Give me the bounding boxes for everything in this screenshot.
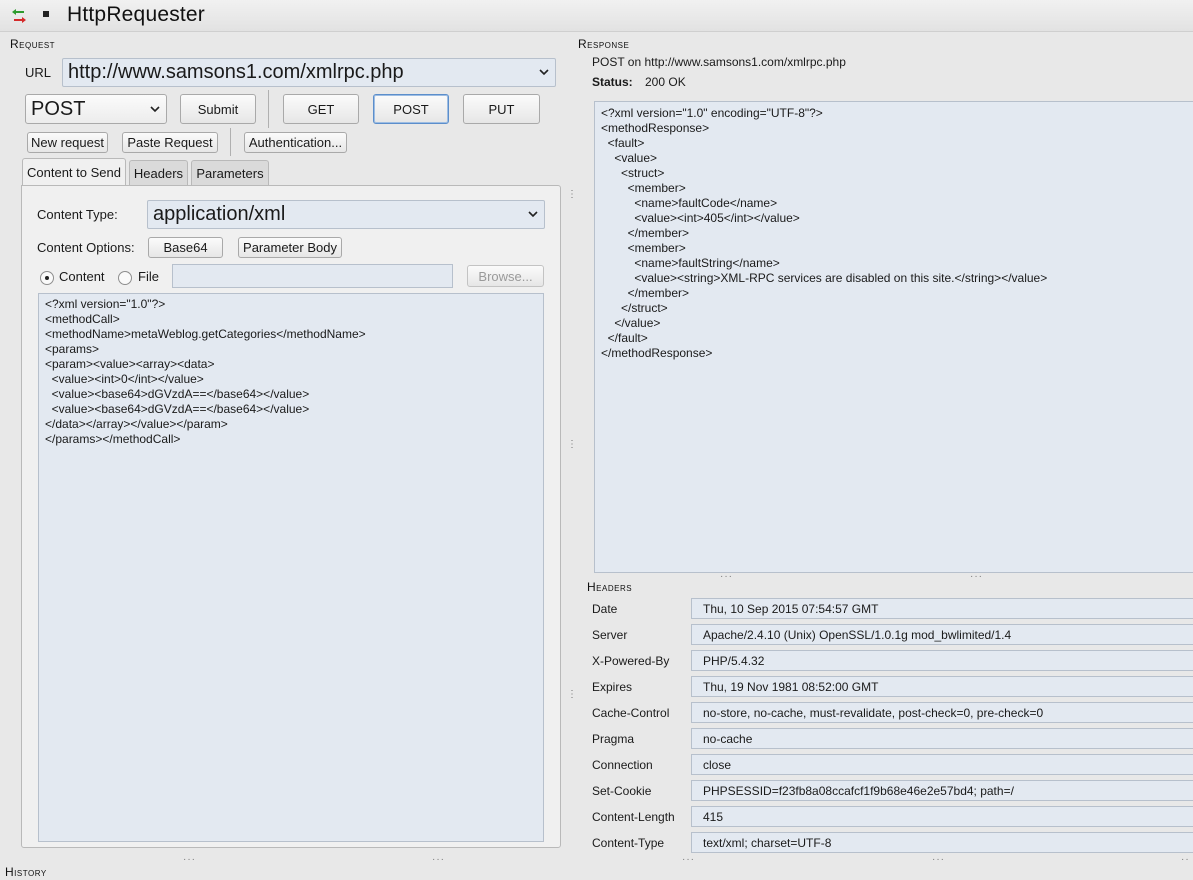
header-name: Expires: [592, 680, 633, 694]
content-options-label: Content Options:: [37, 240, 135, 255]
request-body-editor[interactable]: <?xml version="1.0"?> <methodCall> <meth…: [38, 293, 544, 842]
method-select[interactable]: POST: [25, 94, 167, 124]
header-name: Set-Cookie: [592, 784, 652, 798]
window-menu-icon[interactable]: [43, 11, 49, 17]
splitter-grip[interactable]: ···: [432, 854, 445, 865]
tab-content-to-send[interactable]: Content to Send: [22, 158, 126, 185]
file-path-input[interactable]: [172, 264, 453, 288]
splitter-grip[interactable]: ···: [720, 571, 733, 582]
history-section-title: History: [5, 865, 47, 879]
splitter-grip[interactable]: ··: [1181, 854, 1190, 865]
splitter-grip[interactable]: ···: [682, 854, 695, 865]
response-body-viewer[interactable]: <?xml version="1.0" encoding="UTF-8"?> <…: [594, 101, 1193, 573]
chevron-down-icon[interactable]: [522, 201, 544, 228]
get-button[interactable]: GET: [283, 94, 359, 124]
post-button[interactable]: POST: [373, 94, 449, 124]
app-arrows-icon: [12, 9, 26, 23]
header-name: Cache-Control: [592, 706, 670, 720]
header-name: X-Powered-By: [592, 654, 670, 668]
header-name: Pragma: [592, 732, 635, 746]
header-name: Connection: [592, 758, 653, 772]
method-value: POST: [31, 97, 86, 120]
splitter-grip[interactable]: ⋮: [567, 190, 577, 200]
authentication-button[interactable]: Authentication...: [244, 132, 347, 153]
browse-button[interactable]: Browse...: [467, 265, 544, 287]
splitter-grip[interactable]: ⋮: [567, 440, 577, 450]
header-name: Date: [592, 602, 618, 616]
response-summary: POST on http://www.samsons1.com/xmlrpc.p…: [592, 55, 846, 69]
response-section-title: Response: [578, 37, 630, 51]
header-value-field[interactable]: 415: [691, 806, 1193, 827]
chevron-down-icon[interactable]: [144, 95, 166, 123]
chevron-down-icon[interactable]: [533, 59, 555, 86]
parameter-body-button[interactable]: Parameter Body: [238, 237, 342, 258]
header-value-field[interactable]: close: [691, 754, 1193, 775]
splitter-grip[interactable]: ···: [183, 854, 196, 865]
paste-request-button[interactable]: Paste Request: [122, 132, 218, 153]
content-radio-label: Content: [59, 269, 105, 284]
content-type-combobox[interactable]: application/xml: [147, 200, 545, 229]
splitter-grip[interactable]: ···: [932, 854, 945, 865]
header-name: Server: [592, 628, 628, 642]
header-value-field[interactable]: Thu, 19 Nov 1981 08:52:00 GMT: [691, 676, 1193, 697]
content-radio[interactable]: [40, 271, 54, 285]
header-value-field[interactable]: PHPSESSID=f23fb8a08ccafcf1f9b68e46e2e57b…: [691, 780, 1193, 801]
url-value[interactable]: http://www.samsons1.com/xmlrpc.php: [63, 61, 533, 84]
submit-button[interactable]: Submit: [180, 94, 256, 124]
headers-section-title: Headers: [587, 580, 633, 594]
status-label: Status:: [592, 75, 633, 89]
tab-parameters[interactable]: Parameters: [191, 160, 269, 185]
toolbar-separator: [268, 90, 269, 128]
splitter-grip[interactable]: ···: [970, 571, 983, 582]
file-radio[interactable]: [118, 271, 132, 285]
request-section-title: Request: [10, 37, 56, 51]
header-value-field[interactable]: no-store, no-cache, must-revalidate, pos…: [691, 702, 1193, 723]
header-value-field[interactable]: PHP/5.4.32: [691, 650, 1193, 671]
put-button[interactable]: PUT: [463, 94, 540, 124]
url-label: URL: [25, 65, 52, 80]
window-title: HttpRequester: [67, 3, 206, 26]
content-type-label: Content Type:: [37, 207, 118, 222]
title-bar: HttpRequester: [0, 0, 1193, 32]
header-value-field[interactable]: no-cache: [691, 728, 1193, 749]
toolbar-separator: [230, 128, 231, 156]
header-value-field[interactable]: Thu, 10 Sep 2015 07:54:57 GMT: [691, 598, 1193, 619]
status-value: 200 OK: [645, 75, 686, 89]
tab-headers[interactable]: Headers: [129, 160, 188, 185]
header-value-field[interactable]: text/xml; charset=UTF-8: [691, 832, 1193, 853]
content-type-value[interactable]: application/xml: [148, 203, 522, 226]
header-value-field[interactable]: Apache/2.4.10 (Unix) OpenSSL/1.0.1g mod_…: [691, 624, 1193, 645]
header-name: Content-Type: [592, 836, 665, 850]
new-request-button[interactable]: New request: [27, 132, 108, 153]
base64-button[interactable]: Base64: [148, 237, 223, 258]
header-name: Content-Length: [592, 810, 675, 824]
url-combobox[interactable]: http://www.samsons1.com/xmlrpc.php: [62, 58, 556, 87]
splitter-grip[interactable]: ⋮: [567, 690, 577, 700]
file-radio-label: File: [138, 269, 159, 284]
